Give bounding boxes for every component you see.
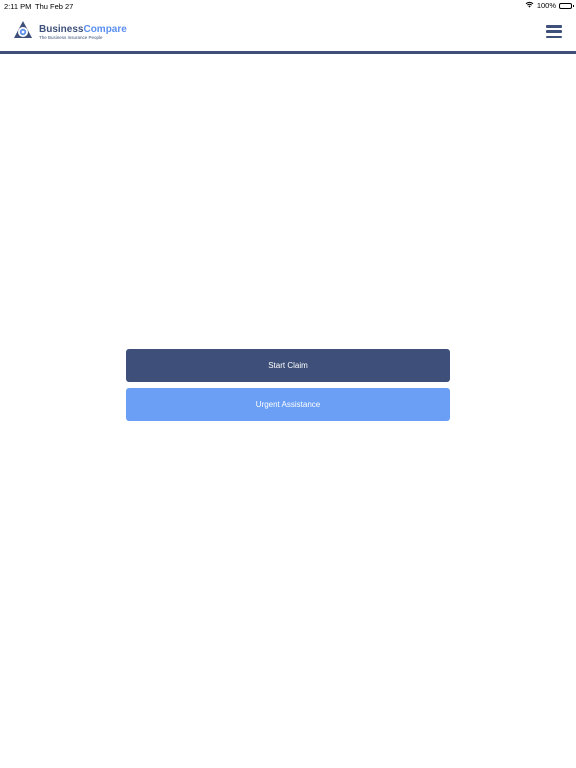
brand-logo[interactable]: BusinessCompare The Business Insurance P… [13,20,127,45]
battery-icon [559,2,574,9]
hamburger-menu-icon[interactable] [546,25,562,38]
logo-text: BusinessCompare The Business Insurance P… [39,23,127,41]
battery-percent: 100% [536,1,556,10]
status-right: 100% [525,1,574,10]
status-bar: 2:11 PM Thu Feb 27 100% [0,0,576,12]
app-header: BusinessCompare The Business Insurance P… [0,12,576,54]
brand-tagline: The Business Insurance People [39,34,103,40]
brand-name-part2: Compare [83,23,127,35]
status-date: Thu Feb 27 [35,2,74,11]
brand-name-part1: Business [39,23,84,35]
status-time: 2:11 PM [4,2,32,11]
wifi-icon [525,1,534,10]
logo-icon [13,20,33,45]
brand-name: BusinessCompare [39,23,127,35]
urgent-assistance-button[interactable]: Urgent Assistance [126,388,450,421]
start-claim-button[interactable]: Start Claim [126,349,450,382]
